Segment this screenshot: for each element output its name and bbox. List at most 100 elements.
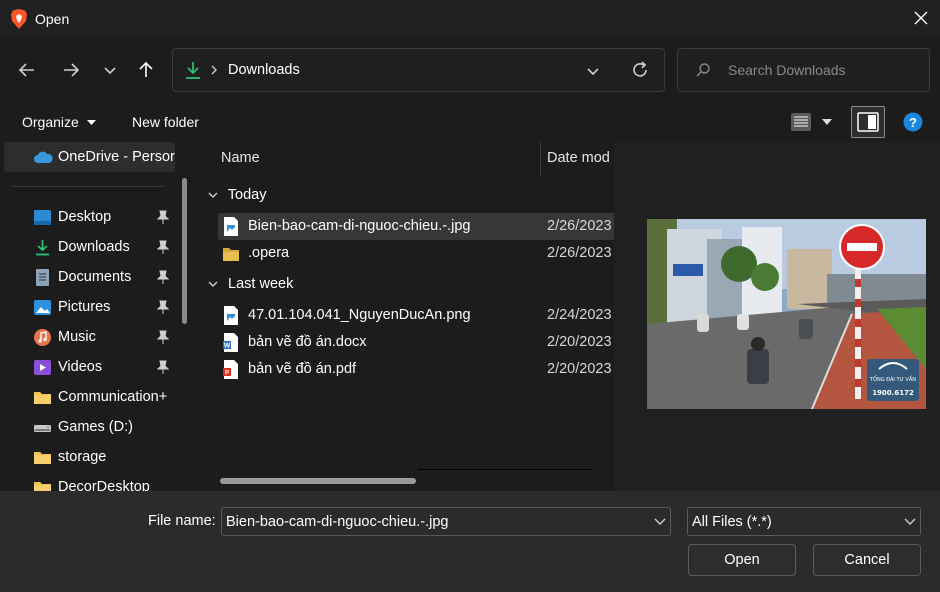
breadcrumb-downloads[interactable]: Downloads: [228, 62, 300, 78]
horizontal-scroll-track: [418, 469, 592, 470]
preview-pane-icon: [857, 112, 879, 132]
pictures-icon: [34, 300, 51, 315]
pin-icon[interactable]: [157, 210, 169, 224]
file-row[interactable]: P bản vẽ đồ án.pdf 2/20/2023: [218, 356, 614, 383]
back-button[interactable]: [13, 56, 41, 84]
pin-icon[interactable]: [157, 240, 169, 254]
chevron-down-icon: [208, 192, 218, 198]
image-file-icon: [224, 217, 238, 236]
sidebar-item-label: Pictures: [58, 299, 111, 315]
chevron-down-icon[interactable]: [654, 517, 666, 527]
file-date: 2/26/2023: [547, 218, 612, 234]
sidebar-scrollbar-thumb[interactable]: [182, 178, 187, 324]
drive-icon: [34, 425, 51, 432]
group-header-today[interactable]: Today: [208, 187, 266, 203]
file-name: .opera: [248, 245, 290, 261]
watermark-text: TỔNG ĐÀI TƯ VẤN: [869, 375, 916, 383]
sidebar-item-documents[interactable]: Documents: [0, 262, 175, 292]
preview-image: TỔNG ĐÀI TƯ VẤN 1900.6172: [647, 219, 926, 409]
file-name-combobox[interactable]: Bien-bao-cam-di-nguoc-chieu.-.jpg: [221, 507, 671, 536]
horizontal-scrollbar-thumb[interactable]: [220, 478, 416, 484]
sidebar-item-label: DecorDesktop: [58, 479, 150, 491]
view-list-icon[interactable]: [790, 112, 812, 132]
chevron-down-icon: [208, 281, 218, 287]
documents-icon: [36, 269, 49, 286]
file-row-selected[interactable]: Bien-bao-cam-di-nguoc-chieu.-.jpg 2/26/2…: [218, 213, 614, 240]
pin-icon[interactable]: [157, 360, 169, 374]
image-file-icon: [224, 306, 238, 325]
navigation-pane: OneDrive - Persor Desktop Downloads Docu…: [0, 142, 198, 491]
download-icon: [36, 240, 49, 256]
folder-icon: [34, 452, 51, 464]
pin-icon[interactable]: [157, 300, 169, 314]
chevron-down-icon: [104, 67, 116, 75]
open-button[interactable]: Open: [688, 544, 796, 576]
sidebar-item-label: Desktop: [58, 209, 112, 225]
file-type-value: All Files (*.*): [692, 514, 772, 530]
up-button[interactable]: [132, 56, 160, 84]
group-label: Last week: [228, 276, 294, 292]
pin-icon[interactable]: [157, 330, 169, 344]
sidebar-divider: [12, 186, 164, 187]
organize-label: Organize: [22, 114, 79, 130]
preview-pane-toggle[interactable]: [851, 106, 885, 138]
preview-pane: TỔNG ĐÀI TƯ VẤN 1900.6172: [614, 142, 940, 491]
svg-text:P: P: [225, 371, 229, 377]
folder-icon: [34, 392, 51, 404]
file-date: 2/26/2023: [547, 245, 612, 261]
file-name: bản vẽ đồ án.docx: [248, 334, 367, 350]
refresh-icon[interactable]: [630, 60, 650, 80]
group-header-last-week[interactable]: Last week: [208, 276, 293, 292]
videos-icon: [34, 360, 51, 375]
sidebar-item-label: Music: [58, 329, 96, 345]
file-row[interactable]: .opera 2/26/2023: [218, 240, 614, 267]
sidebar-item-decordesktop[interactable]: DecorDesktop: [0, 472, 175, 491]
sidebar-item-pictures[interactable]: Pictures: [0, 292, 175, 322]
sidebar-item-label: Downloads: [58, 239, 130, 255]
sidebar-item-games-drive[interactable]: Games (D:): [0, 412, 175, 442]
file-date: 2/20/2023: [547, 334, 612, 350]
file-row[interactable]: W bản vẽ đồ án.docx 2/20/2023: [218, 329, 614, 356]
word-document-icon: W: [223, 333, 238, 352]
forward-button[interactable]: [57, 56, 85, 84]
organize-button[interactable]: Organize: [22, 114, 96, 130]
address-dropdown-icon[interactable]: [584, 62, 602, 80]
group-label: Today: [227, 187, 267, 203]
view-options-caret-icon[interactable]: [822, 119, 832, 126]
pin-icon[interactable]: [157, 270, 169, 284]
sidebar-item-label: Communication+: [58, 389, 168, 405]
search-placeholder[interactable]: Search Downloads: [728, 62, 846, 78]
column-header-date[interactable]: Date mod: [547, 150, 610, 166]
sidebar-item-label: Documents: [58, 269, 132, 285]
sidebar-item-label: Games (D:): [58, 419, 133, 435]
sidebar-item-videos[interactable]: Videos: [0, 352, 175, 382]
file-name-label: File name:: [148, 513, 216, 529]
svg-text:?: ?: [909, 115, 917, 130]
watermark-phone: 1900.6172: [872, 389, 914, 397]
sidebar-item-onedrive[interactable]: OneDrive - Persor: [4, 142, 175, 172]
file-row[interactable]: 47.01.104.041_NguyenDucAn.png 2/24/2023: [218, 302, 614, 329]
file-date: 2/20/2023: [547, 361, 612, 377]
search-icon: [696, 63, 710, 77]
chevron-down-icon: [904, 518, 916, 525]
file-list: Name Date mod Today Bien-bao-cam-di-nguo…: [198, 142, 614, 491]
brave-browser-icon: [11, 9, 27, 29]
sidebar-item-communication[interactable]: Communication+: [0, 382, 175, 412]
folder-icon: [34, 482, 51, 491]
recent-locations-button[interactable]: [96, 56, 124, 84]
pdf-file-icon: P: [223, 360, 238, 379]
column-divider[interactable]: [540, 142, 541, 176]
sidebar-item-desktop[interactable]: Desktop: [0, 202, 175, 232]
sidebar-item-storage[interactable]: storage: [0, 442, 175, 472]
close-icon[interactable]: [912, 9, 930, 27]
help-icon[interactable]: ?: [903, 112, 923, 132]
arrow-right-icon: [64, 63, 80, 77]
sidebar-item-label: Videos: [58, 359, 103, 375]
column-header-name[interactable]: Name: [221, 150, 260, 166]
sidebar-item-music[interactable]: Music: [0, 322, 175, 352]
cancel-button[interactable]: Cancel: [813, 544, 921, 576]
sidebar-item-downloads[interactable]: Downloads: [0, 232, 175, 262]
new-folder-button[interactable]: New folder: [132, 114, 199, 130]
file-name-input[interactable]: Bien-bao-cam-di-nguoc-chieu.-.jpg: [226, 514, 448, 530]
file-type-select[interactable]: All Files (*.*): [687, 507, 921, 536]
